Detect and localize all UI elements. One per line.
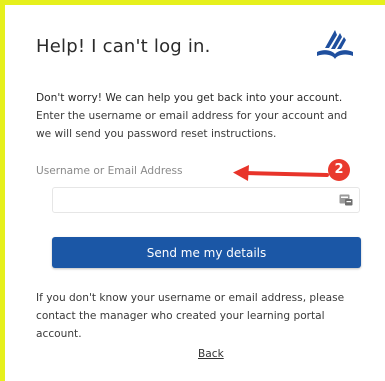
username-email-input[interactable] <box>52 187 360 213</box>
step-badge: 2 <box>328 159 350 181</box>
back-link[interactable]: Back <box>198 348 224 360</box>
send-details-button[interactable]: Send me my details <box>52 237 361 268</box>
intro-lead: Don't worry! We can help you get back in… <box>36 92 343 104</box>
username-field-label: Username or Email Address <box>36 165 183 177</box>
password-manager-icon[interactable] <box>339 194 353 206</box>
intro-text: Don't worry! We can help you get back in… <box>36 89 361 143</box>
intro-rest: Enter the username or email address for … <box>36 110 348 140</box>
login-help-card: Help! I can't log in. Don't worry! We ca… <box>30 18 370 381</box>
help-text: If you don't know your username or email… <box>36 292 345 340</box>
red-arrow-annotation <box>233 165 329 181</box>
page-title: Help! I can't log in. <box>36 36 211 57</box>
church-logo-icon <box>317 30 353 59</box>
